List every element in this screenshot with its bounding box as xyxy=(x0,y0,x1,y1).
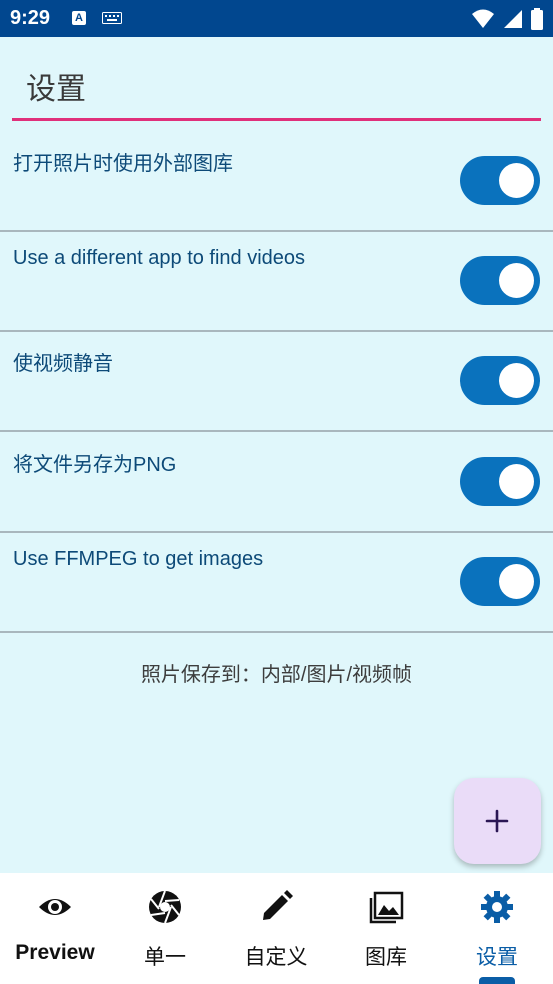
bottom-navigation: Preview 单一 自定义 图库 设置 xyxy=(0,873,553,984)
active-indicator xyxy=(479,977,515,984)
eye-icon xyxy=(39,899,71,915)
setting-label: 将文件另存为PNG xyxy=(13,454,177,476)
settings-header: 设置 xyxy=(12,46,541,121)
status-bar: 9:29 A xyxy=(0,0,553,37)
different-video-app-toggle[interactable] xyxy=(460,256,540,305)
nav-label: 图库 xyxy=(365,946,407,969)
setting-label: 打开照片时使用外部图库 xyxy=(13,153,233,175)
battery-icon xyxy=(531,8,543,30)
status-time: 9:29 xyxy=(10,7,51,29)
toggle-knob xyxy=(499,464,534,499)
setting-label: Use a different app to find videos xyxy=(13,247,306,269)
text-input-icon-letter: A xyxy=(75,12,83,24)
nav-label: 单一 xyxy=(144,946,186,969)
ffmpeg-toggle[interactable] xyxy=(460,557,540,606)
nav-label: Preview xyxy=(15,941,95,964)
nav-item-preview[interactable]: Preview xyxy=(0,873,110,984)
save-png-toggle[interactable] xyxy=(460,457,540,506)
keyboard-icon xyxy=(102,12,122,24)
nav-item-gallery[interactable]: 图库 xyxy=(331,873,441,984)
setting-row-ffmpeg[interactable]: Use FFMPEG to get images xyxy=(0,532,553,633)
nav-item-single[interactable]: 单一 xyxy=(110,873,220,984)
toggle-knob xyxy=(499,564,534,599)
mute-video-toggle[interactable] xyxy=(460,356,540,405)
nav-label: 设置 xyxy=(476,946,518,969)
nav-label: 自定义 xyxy=(244,946,308,969)
add-fab-button[interactable] xyxy=(454,778,541,864)
setting-row-different-video-app[interactable]: Use a different app to find videos xyxy=(0,231,553,332)
nav-item-custom[interactable]: 自定义 xyxy=(221,873,331,984)
text-input-icon: A xyxy=(72,11,86,25)
external-gallery-toggle[interactable] xyxy=(460,156,540,205)
page-title: 设置 xyxy=(26,73,86,106)
camera-shutter-icon xyxy=(149,890,181,924)
setting-row-mute-video[interactable]: 使视频静音 xyxy=(0,331,553,432)
signal-icon xyxy=(503,10,522,28)
save-path-text: 照片保存到：内部/图片/视频帧 xyxy=(140,664,413,686)
setting-label: Use FFMPEG to get images xyxy=(13,548,264,570)
toggle-knob xyxy=(499,163,534,198)
setting-label: 使视频静音 xyxy=(13,353,113,375)
gear-icon xyxy=(481,891,513,923)
nav-item-settings[interactable]: 设置 xyxy=(442,873,552,984)
toggle-knob xyxy=(499,363,534,398)
toggle-knob xyxy=(499,263,534,298)
setting-row-external-gallery[interactable]: 打开照片时使用外部图库 xyxy=(0,131,553,232)
wifi-icon xyxy=(472,9,495,28)
plus-icon xyxy=(485,809,509,833)
gallery-icon xyxy=(369,891,404,924)
pencil-icon xyxy=(263,890,293,920)
setting-row-save-png[interactable]: 将文件另存为PNG xyxy=(0,432,553,533)
